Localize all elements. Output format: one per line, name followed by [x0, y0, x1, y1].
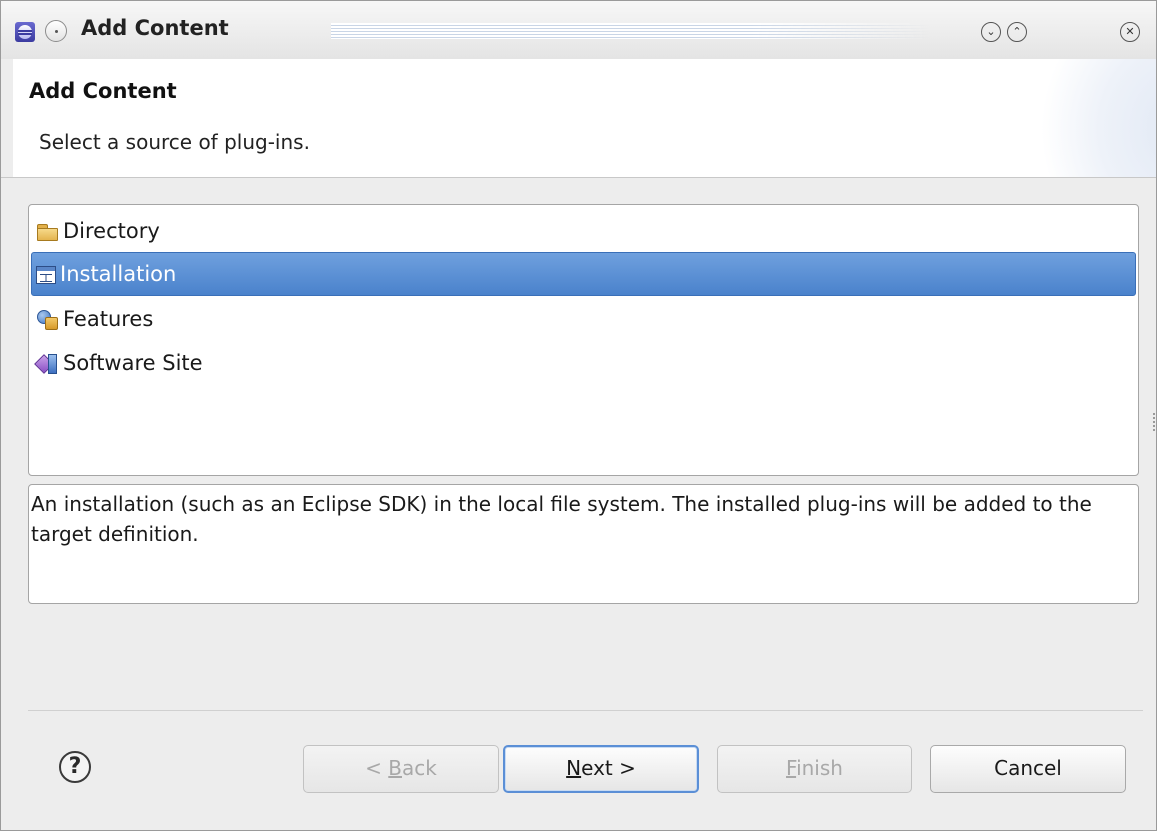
wizard-page-title: Add Content [29, 79, 177, 103]
title-bar-decoration [331, 23, 931, 39]
source-list[interactable]: Directory Installation Features Software… [28, 204, 1139, 476]
folder-icon [35, 219, 59, 243]
list-item-label: Software Site [63, 351, 203, 375]
window-menu-button[interactable] [45, 20, 67, 42]
button-bar-divider [28, 710, 1143, 711]
close-button[interactable]: ✕ [1120, 22, 1140, 42]
features-icon [35, 307, 59, 331]
list-item-features[interactable]: Features [31, 297, 1136, 341]
window-title: Add Content [81, 16, 229, 40]
header-divider [1, 177, 1156, 178]
installation-icon [36, 266, 56, 284]
list-item-label: Features [63, 307, 154, 331]
help-icon: ? [68, 754, 82, 779]
description-text: An installation (such as an Eclipse SDK)… [31, 492, 1092, 546]
list-item-software-site[interactable]: Software Site [31, 341, 1136, 385]
next-button[interactable]: Next > [503, 745, 699, 793]
cancel-button[interactable]: Cancel [930, 745, 1126, 793]
list-item-label: Directory [63, 219, 160, 243]
wizard-header: Add Content Select a source of plug-ins. [13, 59, 1156, 177]
list-item-directory[interactable]: Directory [31, 209, 1136, 253]
list-item-installation[interactable]: Installation [31, 252, 1136, 296]
finish-button[interactable]: Finish [717, 745, 912, 793]
minimize-button[interactable]: ⌄ [981, 22, 1001, 42]
list-item-label: Installation [60, 262, 177, 286]
help-button[interactable]: ? [59, 751, 91, 783]
eclipse-app-icon[interactable] [15, 22, 35, 42]
add-content-dialog: Add Content ⌄ ⌃ ✕ Add Content Select a s… [0, 0, 1157, 831]
back-button[interactable]: < Back [303, 745, 499, 793]
title-bar[interactable]: Add Content ⌄ ⌃ ✕ [1, 1, 1156, 59]
software-site-icon [35, 351, 59, 375]
maximize-button[interactable]: ⌃ [1007, 22, 1027, 42]
wizard-banner-graphic [1006, 59, 1156, 177]
description-box: An installation (such as an Eclipse SDK)… [28, 484, 1139, 604]
wizard-page-description: Select a source of plug-ins. [39, 130, 310, 154]
sash-grip[interactable] [1153, 413, 1155, 431]
